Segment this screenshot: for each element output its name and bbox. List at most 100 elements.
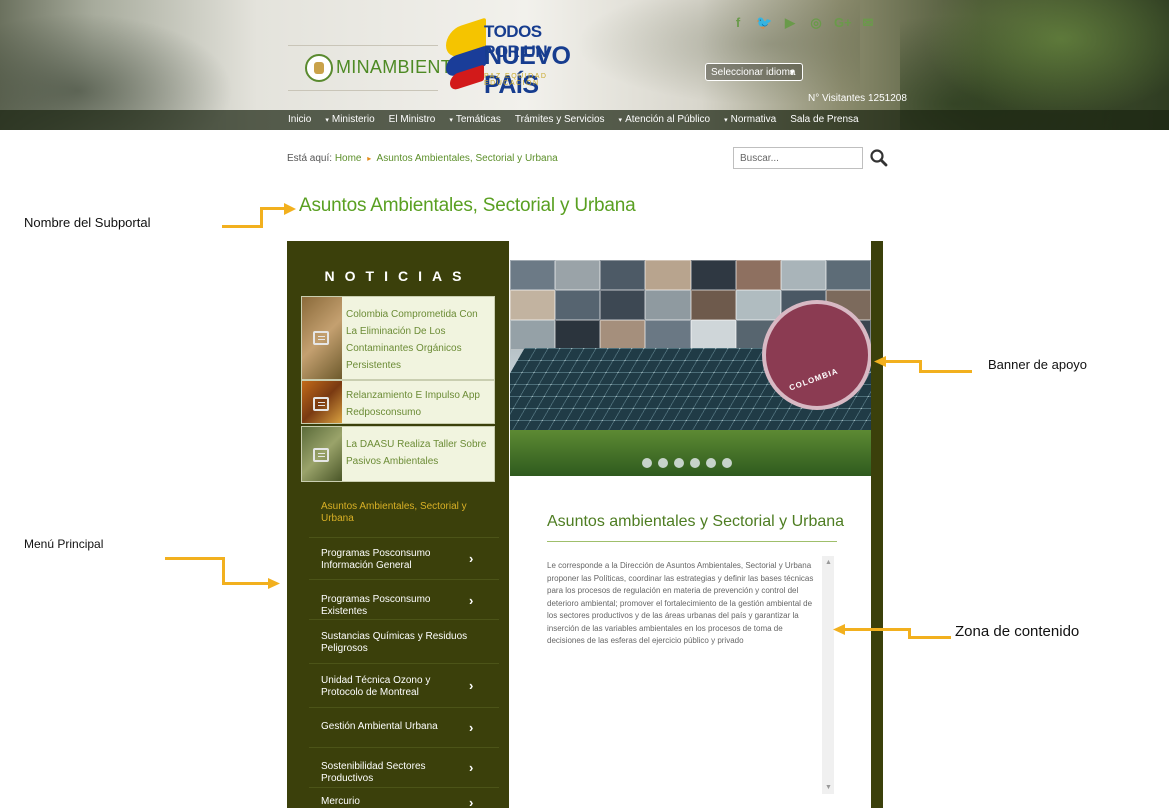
carousel-dot[interactable] xyxy=(690,458,700,468)
document-icon xyxy=(313,448,329,462)
annotation-line xyxy=(222,557,225,584)
visitor-counter: N° Visitantes 1251208 xyxy=(808,93,907,104)
carousel-dot[interactable] xyxy=(706,458,716,468)
menu-item-label: Programas Posconsumo Información General xyxy=(321,548,431,571)
nav-item[interactable]: Sala de Prensa xyxy=(790,114,858,125)
nav-item-label: Atención al Público xyxy=(625,114,711,125)
googleplus-icon[interactable]: G+ xyxy=(834,15,852,31)
annotation-line xyxy=(884,360,922,363)
chevron-down-icon: ▾ xyxy=(618,117,623,124)
annotation-content: Zona de contenido xyxy=(955,623,1080,640)
document-icon xyxy=(313,331,329,345)
content-divider xyxy=(547,541,837,542)
annotation-arrow-icon xyxy=(268,578,280,589)
carousel-dots xyxy=(642,458,732,468)
search-icon[interactable] xyxy=(869,148,889,168)
content-body: Le corresponde a la Dirección de Asuntos… xyxy=(547,561,814,645)
breadcrumb-separator-icon: ▸ xyxy=(367,154,372,163)
subportal-title: Asuntos Ambientales, Sectorial y Urbana xyxy=(299,195,636,216)
chevron-right-icon: › xyxy=(469,593,474,608)
news-item[interactable]: Relanzamiento E Impulso App Redposconsum… xyxy=(301,380,495,424)
carousel-dot[interactable] xyxy=(722,458,732,468)
breadcrumb-home-link[interactable]: Home xyxy=(335,153,362,164)
nav-item[interactable]: ▾ Atención al Público xyxy=(619,114,711,125)
annotation-line xyxy=(922,370,972,373)
news-thumbnail xyxy=(302,427,342,481)
chevron-right-icon: › xyxy=(469,678,474,693)
annotation-arrow-icon xyxy=(833,624,845,635)
instagram-icon[interactable]: ◎ xyxy=(808,15,824,31)
news-thumbnail xyxy=(302,297,342,379)
search-input[interactable]: Buscar... xyxy=(733,147,863,169)
chevron-right-icon: › xyxy=(469,760,474,775)
menu-item-active[interactable]: Asuntos Ambientales, Sectorial y Urbana xyxy=(287,497,509,537)
news-item[interactable]: La DAASU Realiza Taller Sobre Pasivos Am… xyxy=(301,426,495,482)
annotation-line xyxy=(260,207,263,228)
site-header: MINAMBIENTE TODOS POR UN NUEVO PAÍS PAZ … xyxy=(0,0,1169,130)
menu-item[interactable]: Mercurio › xyxy=(309,787,499,810)
news-item[interactable]: Colombia Comprometida Con La Eliminación… xyxy=(301,296,495,380)
news-item-title: La DAASU Realiza Taller Sobre Pasivos Am… xyxy=(346,439,487,467)
nav-item-label: Trámites y Servicios xyxy=(514,114,605,125)
nav-items: Inicio ▾ Ministerio El Ministro ▾ Temáticas Tr… xyxy=(288,114,859,125)
scroll-up-icon[interactable]: ▲ xyxy=(825,559,832,566)
nav-item[interactable]: ▾ Ministerio xyxy=(325,114,374,125)
annotation-line xyxy=(222,225,262,228)
chevron-right-icon: › xyxy=(469,720,474,735)
main-navigation: Inicio ▾ Ministerio El Ministro ▾ Temáticas Tr… xyxy=(0,110,1169,130)
twitter-icon[interactable]: 🐦 xyxy=(756,15,772,31)
youtube-icon[interactable]: ▶ xyxy=(782,15,798,31)
banner-grass xyxy=(510,430,871,476)
menu-item[interactable]: Sustancias Químicas y Residuos Peligroso… xyxy=(309,619,499,664)
university-seal xyxy=(762,300,871,410)
menu-item-label: Programas Posconsumo Existentes xyxy=(321,594,431,617)
mail-icon[interactable]: ✉ xyxy=(860,15,876,31)
annotation-line xyxy=(165,557,225,560)
content-scrollbar[interactable]: ▲ ▼ xyxy=(822,556,834,794)
menu-item[interactable]: Sostenibilidad Sectores Productivos › xyxy=(309,747,499,788)
menu-item-label: Mercurio xyxy=(321,796,360,807)
annotation-line xyxy=(843,628,911,631)
nav-item[interactable]: Inicio xyxy=(288,114,311,125)
seal-icon xyxy=(305,54,333,82)
content-title: Asuntos ambientales y Sectorial y Urbana xyxy=(547,513,845,530)
social-links: f 🐦 ▶ ◎ G+ ✉ xyxy=(730,15,876,31)
nav-item[interactable]: Trámites y Servicios xyxy=(515,114,605,125)
nav-item[interactable]: El Ministro xyxy=(389,114,436,125)
nav-item-label: Inicio xyxy=(288,114,312,125)
news-thumbnail xyxy=(302,381,342,423)
breadcrumb-current[interactable]: Asuntos Ambientales, Sectorial y Urbana xyxy=(377,153,558,164)
language-select-label: Seleccionar idioma xyxy=(711,67,796,78)
slogan-line-3: PAZ EQUIDAD EDUCACIÓN xyxy=(484,73,548,87)
support-banner[interactable]: COLOMBIA xyxy=(510,260,871,476)
slogan-line-2: NUEVO PAÍS xyxy=(484,42,571,99)
minambiente-logo[interactable]: MINAMBIENTE xyxy=(288,45,464,91)
language-select[interactable]: Seleccionar idioma ▼ xyxy=(705,63,803,81)
nav-item-label: Normativa xyxy=(730,114,777,125)
carousel-dot[interactable] xyxy=(658,458,668,468)
menu-item[interactable]: Unidad Técnica Ozono y Protocolo de Mont… xyxy=(309,663,499,708)
annotation-subportal: Nombre del Subportal xyxy=(24,215,151,230)
nav-item-label: Temáticas xyxy=(455,114,501,125)
scroll-down-icon[interactable]: ▼ xyxy=(825,784,832,791)
facebook-icon[interactable]: f xyxy=(730,15,746,31)
menu-item-label: Sostenibilidad Sectores Productivos xyxy=(321,761,426,784)
carousel-dot[interactable] xyxy=(642,458,652,468)
menu-item-label: Sustancias Químicas y Residuos Peligroso… xyxy=(321,631,468,654)
nav-item[interactable]: ▾ Temáticas xyxy=(449,114,501,125)
annotation-arrow-icon xyxy=(874,356,886,367)
nav-item[interactable]: ▾ Normativa xyxy=(724,114,776,125)
menu-item[interactable]: Programas Posconsumo Información General… xyxy=(309,537,499,580)
menu-item-label: Gestión Ambiental Urbana xyxy=(321,721,438,732)
right-border-strip xyxy=(871,241,883,808)
annotation-menu: Menú Principal xyxy=(24,537,104,551)
annotation-line xyxy=(911,636,951,639)
chevron-right-icon: › xyxy=(469,551,474,566)
nav-item-label: Ministerio xyxy=(331,114,375,125)
breadcrumb-prefix: Está aquí: xyxy=(287,153,333,164)
news-heading: NOTICIAS xyxy=(324,268,472,284)
chevron-down-icon: ▾ xyxy=(724,117,728,124)
menu-item[interactable]: Programas Posconsumo Existentes › xyxy=(309,579,499,620)
carousel-dot[interactable] xyxy=(674,458,684,468)
menu-item[interactable]: Gestión Ambiental Urbana › xyxy=(309,707,499,748)
